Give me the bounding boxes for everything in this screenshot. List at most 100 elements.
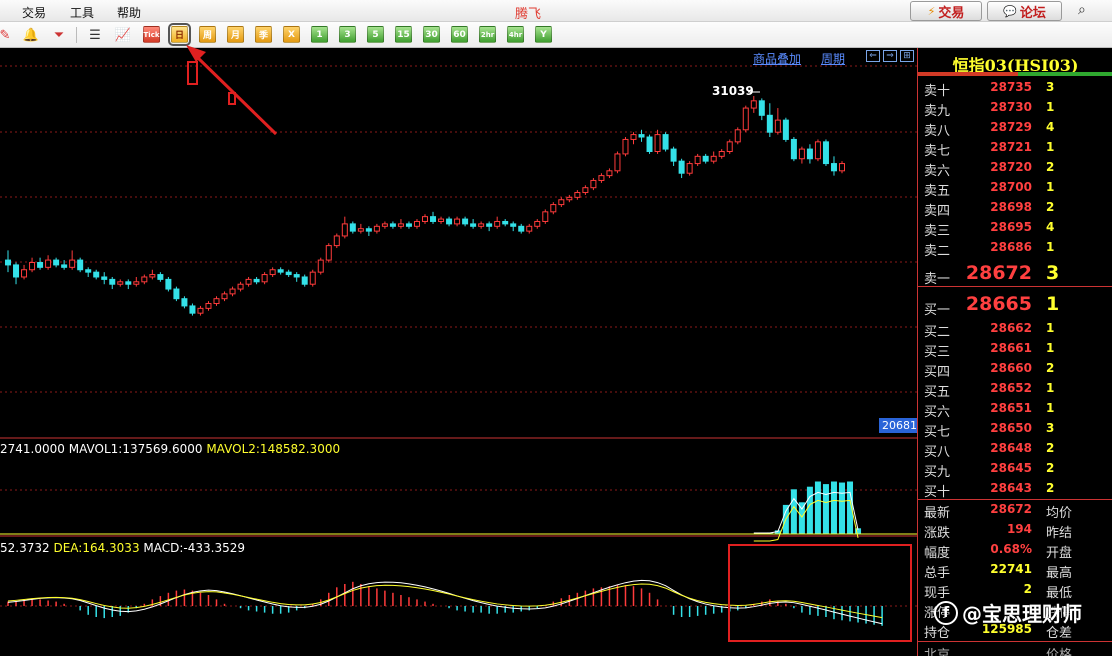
bid-level-row[interactable]: 买九 28645 2 xyxy=(918,459,1112,480)
ask-level-vol: 2 xyxy=(1046,160,1055,174)
ask-level-row[interactable]: 卖五 28700 1 xyxy=(918,178,1112,199)
volume-bar xyxy=(830,481,837,535)
stat-value: 194 xyxy=(1006,522,1032,536)
candle-down xyxy=(510,223,517,227)
ask-level-row[interactable]: 卖七 28721 1 xyxy=(918,138,1112,159)
bid-level-price: 28651 xyxy=(990,401,1032,415)
bid-level-price: 28660 xyxy=(990,361,1032,375)
period-week-button[interactable]: 周 xyxy=(199,26,216,43)
candle-up xyxy=(558,199,565,206)
period-y-button[interactable]: Y xyxy=(535,26,552,43)
period-30-button[interactable]: 30 xyxy=(423,26,440,43)
list-icon[interactable]: ☰ xyxy=(86,26,104,44)
ask-level-row[interactable]: 卖二 28686 1 xyxy=(918,238,1112,259)
candle-up xyxy=(333,235,340,247)
bid-level-row[interactable]: 买五 28652 1 xyxy=(918,379,1112,400)
stat-value: 22741 xyxy=(990,562,1032,576)
period-1-button[interactable]: 1 xyxy=(311,26,328,43)
stat-label: 最新 xyxy=(924,506,951,521)
bid-level-row[interactable]: 买二 28662 1 xyxy=(918,319,1112,340)
stat-label-secondary: 均价 xyxy=(1046,506,1073,521)
candle-down xyxy=(189,305,196,314)
pen-icon[interactable]: ✎ xyxy=(0,26,14,44)
trade-button[interactable]: ⚡ 交易 xyxy=(910,1,982,21)
ask-level-row[interactable]: 卖九 28730 1 xyxy=(918,98,1112,119)
period-4hr-button[interactable]: 4hr xyxy=(507,26,524,43)
period-quarter-button[interactable]: 季 xyxy=(255,26,272,43)
ask-1-price: 28672 xyxy=(965,262,1032,284)
ask-level-price: 28735 xyxy=(990,80,1032,94)
ask-level-label: 卖九 xyxy=(924,104,951,119)
bid-level-label: 买四 xyxy=(924,365,951,380)
ask-level-row[interactable]: 卖十 28735 3 xyxy=(918,78,1112,99)
footer-row: 北京 价格 xyxy=(918,642,1112,656)
candle-up xyxy=(582,187,589,194)
candle-up xyxy=(237,283,244,290)
period-3-button[interactable]: 3 xyxy=(339,26,356,43)
candle-down xyxy=(462,218,469,225)
ask-level-row[interactable]: 卖六 28720 2 xyxy=(918,158,1112,179)
filter-icon[interactable]: ⏷ xyxy=(50,26,68,44)
candle-down xyxy=(405,223,412,227)
overlay-link[interactable]: 商品叠加 xyxy=(753,50,801,67)
stat-row: 总手 22741 最高 xyxy=(918,560,1112,581)
bid-level-label: 买五 xyxy=(924,385,951,400)
period-2hr-button[interactable]: 2hr xyxy=(479,26,496,43)
period-link[interactable]: 周期 xyxy=(821,50,845,67)
ask-level-row[interactable]: 卖三 28695 4 xyxy=(918,218,1112,239)
trade-button-label: 交易 xyxy=(938,5,965,21)
period-day-button[interactable]: 日 xyxy=(168,23,191,46)
period-15-button[interactable]: 15 xyxy=(395,26,412,43)
stat-label: 幅度 xyxy=(924,546,951,561)
candle-up xyxy=(438,218,445,222)
candle-down xyxy=(646,136,653,152)
candle-up xyxy=(197,307,204,314)
candle-down xyxy=(430,216,437,222)
volume-indicator-text: 2741.0000 MAVOL1:137569.6000 MAVOL2:1485… xyxy=(0,442,340,456)
tick-button[interactable]: Tick xyxy=(143,26,160,43)
chart-area[interactable]: 商品叠加 周期 ⇐ ⇒ ⊞ 31039 20681 2741.0000 MAVO… xyxy=(0,48,920,656)
nav-left-icon[interactable]: ⇐ xyxy=(866,50,880,62)
candle-down xyxy=(486,223,493,227)
menu-tools[interactable]: 工具 xyxy=(70,4,94,21)
candle-up xyxy=(229,288,236,295)
ask-level-row[interactable]: 卖四 28698 2 xyxy=(918,198,1112,219)
candle-down xyxy=(253,278,260,283)
menu-trade[interactable]: 交易 xyxy=(22,4,46,21)
macd-dea: DEA:164.3033 xyxy=(53,541,140,555)
bid-level-row[interactable]: 买三 28661 1 xyxy=(918,339,1112,360)
ask-level-row[interactable]: 卖八 28729 4 xyxy=(918,118,1112,139)
bid-level-row[interactable]: 买四 28660 2 xyxy=(918,359,1112,380)
bid-level-row[interactable]: 买六 28651 1 xyxy=(918,399,1112,420)
bid-1-label: 买一 xyxy=(924,303,951,318)
period-x-button[interactable]: X xyxy=(283,26,300,43)
forum-button[interactable]: 💬 论坛 xyxy=(987,1,1062,21)
bid-1-row[interactable]: 买一 28665 1 xyxy=(918,291,1112,318)
candle-down xyxy=(53,259,60,266)
bid-level-row[interactable]: 买八 28648 2 xyxy=(918,439,1112,460)
candle-down xyxy=(173,288,180,300)
chat-bubble-icon: 💬 xyxy=(1003,4,1017,18)
bid-level-label: 买十 xyxy=(924,485,951,500)
period-60-button[interactable]: 60 xyxy=(451,26,468,43)
kline-chart-svg[interactable] xyxy=(0,48,917,656)
fullscreen-icon[interactable]: ⊞ xyxy=(900,50,914,62)
menu-help[interactable]: 帮助 xyxy=(117,4,141,21)
chart-line-icon[interactable]: 📈 xyxy=(114,26,132,44)
ask-1-vol: 3 xyxy=(1046,262,1060,284)
candle-up xyxy=(598,175,605,181)
candle-up xyxy=(133,281,140,285)
period-5-button[interactable]: 5 xyxy=(367,26,384,43)
ask-1-row[interactable]: 卖一 28672 3 xyxy=(918,260,1112,287)
nav-right-icon[interactable]: ⇒ xyxy=(883,50,897,62)
search-icon[interactable]: ⌕ xyxy=(1078,2,1086,18)
period-month-button[interactable]: 月 xyxy=(227,26,244,43)
bid-level-price: 28662 xyxy=(990,321,1032,335)
bell-icon[interactable]: 🔔 xyxy=(22,26,40,44)
candle-up xyxy=(478,223,485,227)
bid-level-row[interactable]: 买十 28643 2 xyxy=(918,479,1112,500)
candle-down xyxy=(77,259,84,271)
bid-level-row[interactable]: 买七 28650 3 xyxy=(918,419,1112,440)
bid-level-price: 28650 xyxy=(990,421,1032,435)
candle-up xyxy=(606,170,613,177)
